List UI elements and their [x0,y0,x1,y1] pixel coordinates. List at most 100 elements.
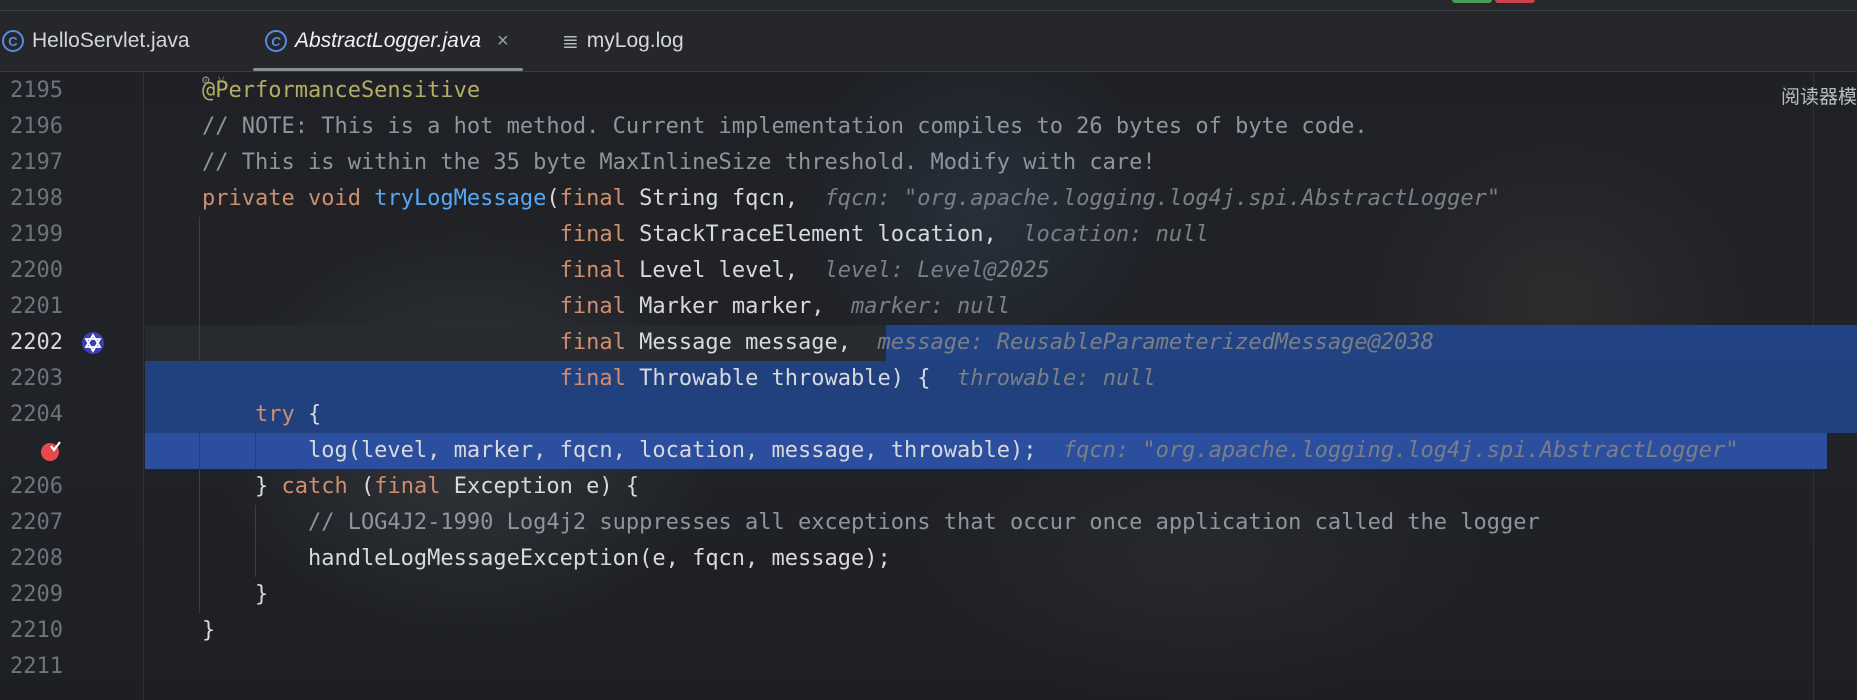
code-token: String fqcn, [639,186,825,211]
code-token: Exception e) { [453,474,640,499]
code-token: final [374,474,454,499]
line-number: 2206 [10,474,63,499]
code-line[interactable]: 2207 // LOG4J2-1990 Log4j2 suppresses al… [0,505,1857,541]
class-icon: C [265,30,287,52]
line-number: 2203 [10,366,63,391]
code-line[interactable]: 2210} [0,613,1857,649]
code-text: // NOTE: This is a hot method. Current i… [202,109,1368,145]
code-text: } catch (final Exception e) { [202,469,639,505]
code-token: ( [360,474,375,499]
code-text: // LOG4J2-1990 Log4j2 suppresses all exc… [202,505,1540,541]
breakpoint-icon[interactable] [38,433,64,469]
tab-mylog[interactable]: ≣ myLog.log [562,11,684,71]
line-number: 2195 [10,78,63,103]
line-number: 2211 [10,654,63,679]
code-line[interactable]: log(level, marker, fqcn, location, messa… [0,433,1857,469]
code-token: final [559,294,640,319]
code-token: // This is within the 35 byte MaxInlineS… [202,150,1156,175]
code-line[interactable]: 2208 handleLogMessageException(e, fqcn, … [0,541,1857,577]
code-token: Throwable throwable) { [639,366,957,391]
line-number: 2201 [10,294,63,319]
code-token: final [559,186,640,211]
code-token: handleLogMessageException(e, fqcn, messa… [202,546,891,571]
inline-debug-value: fqcn: "org.apache.logging.log4j.spi.Abst… [1062,438,1739,463]
window-top-strip [0,0,1857,11]
code-token: final [559,258,640,283]
code-text: } [202,577,268,613]
inline-debug-value: fqcn: "org.apache.logging.log4j.spi.Abst… [824,186,1501,211]
code-text: final Level level, level: Level@2025 [202,253,1050,289]
line-number: 2199 [10,222,63,247]
code-line[interactable]: 2197 // This is within the 35 byte MaxInl… [0,145,1857,181]
code-line[interactable]: 2200 final Level level, level: Level@202… [0,253,1857,289]
tab-abstractlogger[interactable]: C AbstractLogger.java × [253,11,523,71]
code-token: @PerformanceSensitive [202,78,481,103]
tab-helloservlet[interactable]: C HelloServlet.java [2,11,190,71]
debug-frame-icon[interactable] [80,325,106,361]
code-text: handleLogMessageException(e, fqcn, messa… [202,541,891,577]
code-text: final Message message, message: Reusable… [202,325,1434,361]
code-line[interactable]: 2199 final StackTraceElement location, l… [0,217,1857,253]
code-line[interactable]: 2202 final Message message, message: Reu… [0,325,1857,361]
close-icon[interactable]: × [497,30,509,53]
code-text: final Throwable throwable) { throwable: … [202,361,1156,397]
tab-label: myLog.log [586,29,684,52]
log-file-icon: ≣ [562,30,579,53]
code-line[interactable]: 2195 @PerformanceSensitive [0,73,1857,109]
line-number: 2196 [10,114,63,139]
code-line[interactable]: 2203 final Throwable throwable) { throwa… [0,361,1857,397]
code-editor[interactable]: ⚙ ˅ 阅读器模 2195 @PerformanceSensitive 2196//… [0,72,1857,700]
line-number: 2204 [10,402,63,427]
code-token: log(level, marker, fqcn, location, messa… [202,438,1063,463]
selection-highlight [145,397,1857,433]
stop-indicator[interactable] [1495,0,1535,3]
tab-label: HelloServlet.java [32,29,190,52]
line-number: 2209 [10,582,63,607]
code-line[interactable]: 2201 final Marker marker, marker: null [0,289,1857,325]
editor-tab-bar: C HelloServlet.java C AbstractLogger.jav… [0,11,1857,72]
inline-debug-value: throwable: null [957,366,1156,391]
code-text: @PerformanceSensitive [202,73,480,109]
code-text: // This is within the 35 byte MaxInlineS… [202,145,1156,181]
code-token: StackTraceElement location, [639,222,1024,247]
code-text: try { [202,397,321,433]
code-token: tryLogMessage [374,186,547,211]
inline-debug-value: location: null [1023,222,1209,247]
code-line[interactable]: 2196 // NOTE: This is a hot method. Curre… [0,109,1857,145]
code-line[interactable]: 2209 } [0,577,1857,613]
code-line[interactable]: 2211 [0,649,1857,685]
code-token: } [202,474,282,499]
indent-guide [255,505,256,577]
line-number: 2202 [10,330,63,355]
line-number: 2207 [10,510,63,535]
code-token: private [202,186,308,211]
code-token: catch [281,474,361,499]
code-token: } [202,582,269,607]
code-token: Level level, [639,258,825,283]
run-indicator[interactable] [1452,0,1492,3]
code-token: final [559,330,640,355]
tab-label: AbstractLogger.java [295,29,481,52]
code-line[interactable]: 2204 try { [0,397,1857,433]
inline-debug-value: level: Level@2025 [824,258,1050,283]
code-token: } [202,618,216,643]
inline-debug-value: marker: null [851,294,1010,319]
code-token: { [307,402,322,427]
line-number: 2197 [10,150,63,175]
line-number: 2208 [10,546,63,571]
code-token: final [559,222,640,247]
code-text: final StackTraceElement location, locati… [202,217,1209,253]
code-line[interactable]: 2198 private void tryLogMessage(final Str… [0,181,1857,217]
code-line[interactable]: 2206 } catch (final Exception e) { [0,469,1857,505]
code-token: Marker marker, [639,294,852,319]
code-token: void [307,186,375,211]
inline-debug-value: message: ReusableParameterizedMessage@20… [877,330,1434,355]
indent-guide [199,217,200,613]
code-token: ( [546,186,560,211]
code-token: // NOTE: This is a hot method. Current i… [202,114,1368,139]
code-text: private void tryLogMessage(final String … [202,181,1500,217]
